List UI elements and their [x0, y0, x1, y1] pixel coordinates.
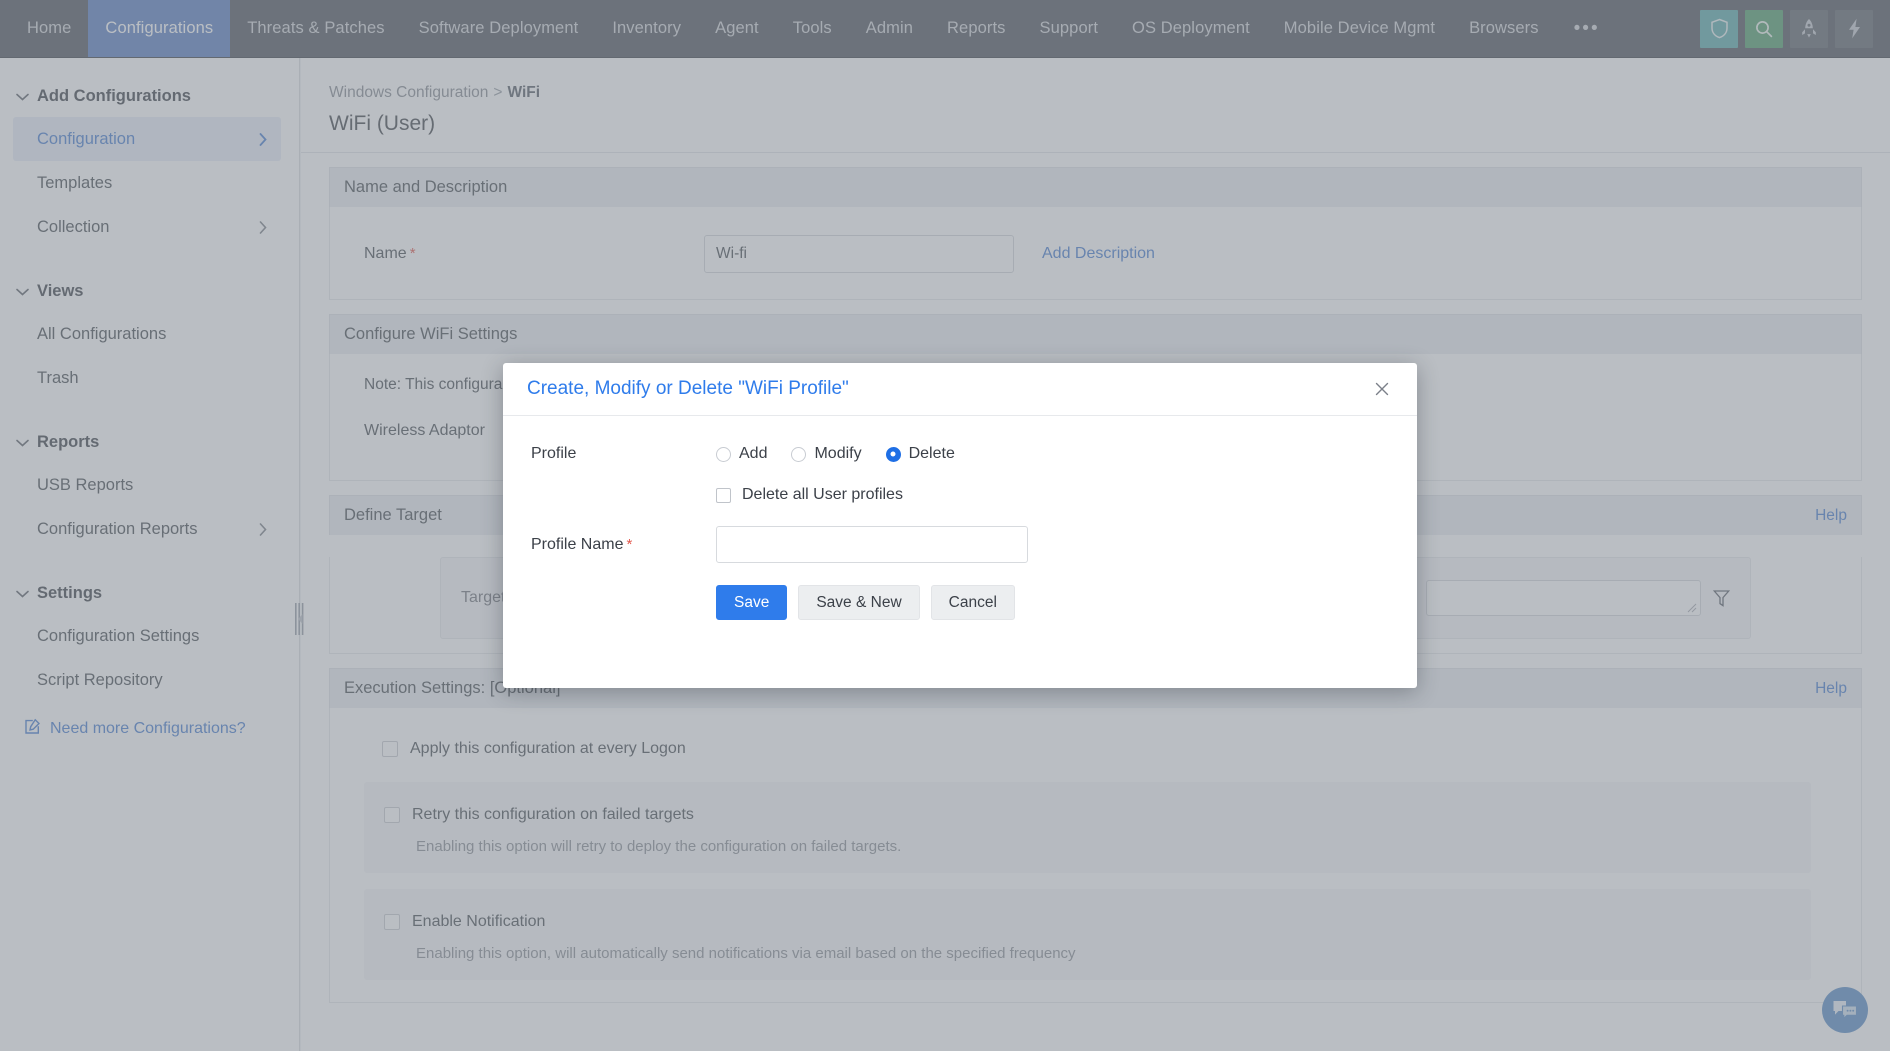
profile-name-input[interactable] [716, 526, 1028, 563]
cancel-button[interactable]: Cancel [930, 585, 1015, 620]
dialog-title: Create, Modify or Delete "WiFi Profile" [527, 378, 849, 399]
save-and-new-button[interactable]: Save & New [798, 585, 920, 620]
profile-name-row: Profile Name * [503, 504, 1417, 563]
radio-label-delete: Delete [908, 445, 955, 462]
delete-all-user-profiles-label: Delete all User profiles [742, 486, 903, 503]
radio-dot-delete[interactable] [885, 446, 901, 462]
delete-all-user-profiles-checkbox[interactable] [716, 487, 731, 503]
dialog-actions: Save Save & New Cancel [503, 563, 1417, 620]
radio-option-modify[interactable]: Modify [791, 445, 862, 463]
radio-option-delete[interactable]: Delete [885, 445, 955, 463]
wifi-profile-dialog: Create, Modify or Delete "WiFi Profile" … [503, 363, 1417, 688]
save-button[interactable]: Save [716, 585, 788, 620]
radio-dot-modify[interactable] [791, 446, 807, 462]
profile-mode-radio-group: Add Modify Delete [716, 445, 955, 463]
radio-label-modify: Modify [814, 445, 862, 462]
dialog-header: Create, Modify or Delete "WiFi Profile" [503, 363, 1417, 416]
dialog-body: Profile Add Modify Delete Delete all Use… [503, 416, 1417, 688]
delete-all-user-profiles-row[interactable]: Delete all User profiles [503, 474, 1417, 504]
profile-label: Profile [531, 445, 577, 462]
application-window: Home Configurations Threats & Patches So… [0, 0, 1890, 1051]
radio-label-add: Add [739, 445, 768, 462]
profile-name-label: Profile Name * [531, 536, 716, 554]
radio-option-add[interactable]: Add [716, 445, 767, 463]
profile-name-label-text: Profile Name [531, 535, 624, 553]
radio-dot-add[interactable] [716, 446, 731, 462]
profile-mode-row: Profile Add Modify Delete [503, 434, 1417, 474]
required-asterisk: * [626, 535, 633, 553]
close-icon[interactable] [1369, 376, 1395, 402]
